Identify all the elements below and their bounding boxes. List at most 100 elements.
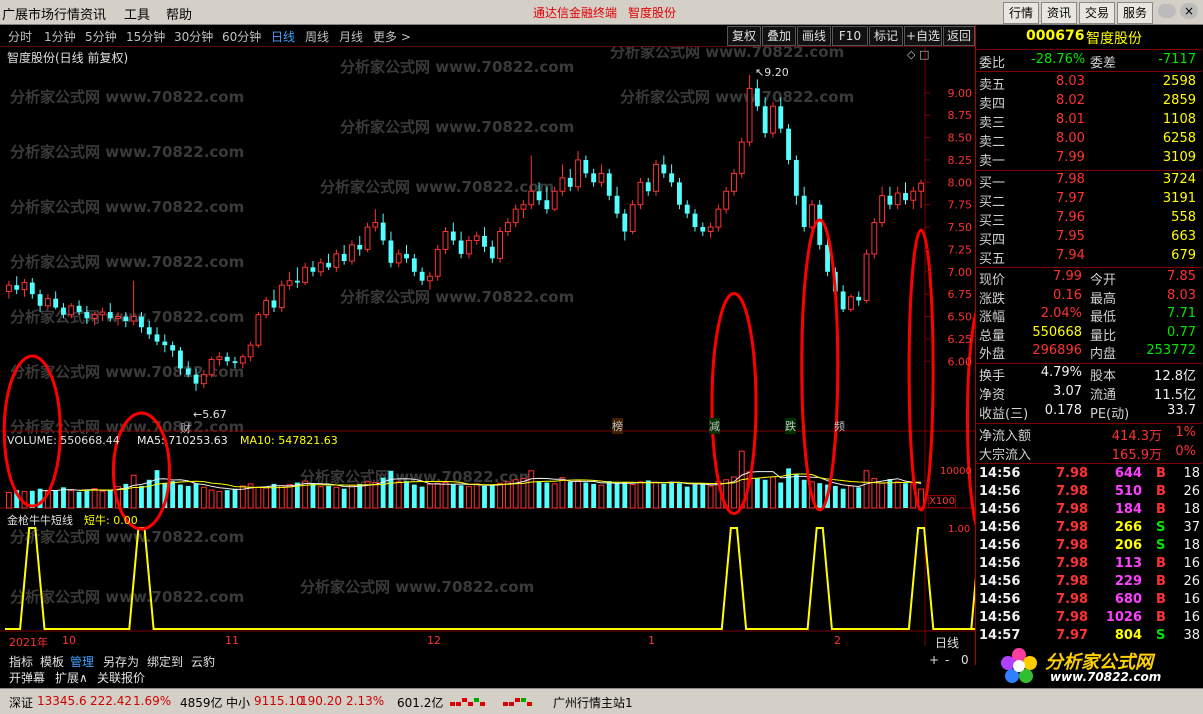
volume-bar [232,488,238,508]
tab-indicator[interactable]: 指标 [9,653,33,670]
volume-bar [676,483,682,508]
stat-label: 净资 [979,388,1006,403]
expand-button[interactable]: 扩展∧ [55,669,88,686]
stat-label: 涨幅 [979,310,1006,325]
candle-body [271,300,277,308]
tab-template[interactable]: 模板 [40,653,64,670]
flow-row: 净流入额 414.3万 1% [976,425,1202,444]
server-name[interactable]: 广州行情主站1 [553,694,633,711]
tick-row: 14:56 7.98 1026 B 16 [976,610,1202,628]
tick-price: 7.98 [1056,466,1089,481]
top-button-service[interactable]: 服务 [1117,2,1153,24]
period-daily[interactable]: 日线 [271,28,295,45]
ask-row[interactable]: 卖四 8.02 2859 [976,93,1202,112]
tab-save-as[interactable]: 另存为 [103,653,139,670]
chart-settings-icon[interactable]: ◇ □ [907,48,929,61]
back-button[interactable]: 返回 [943,26,975,46]
toggle-danmaku[interactable]: 开弹幕 [9,669,45,686]
tick-count: 26 [1183,484,1200,499]
ask-row[interactable]: 卖二 8.00 6258 [976,131,1202,150]
top-button-trade[interactable]: 交易 [1079,2,1115,24]
close-icon[interactable]: × [1180,3,1198,19]
tick-price: 7.98 [1056,556,1089,571]
f10-button[interactable]: F10 [832,26,868,46]
candle-body [458,240,464,254]
tab-bind[interactable]: 绑定到 [147,653,183,670]
related-quotes[interactable]: 关联报价 [97,669,145,686]
period-more[interactable]: 更多 > [373,28,411,45]
volume-bar [489,484,495,508]
volume-bar [208,489,215,509]
period-5min[interactable]: 5分钟 [85,28,117,45]
bid-row[interactable]: 买一 7.98 3724 [976,172,1202,191]
add-watchlist-button[interactable]: +自选 [904,26,942,46]
bid-row[interactable]: 买五 7.94 679 [976,248,1202,267]
overlay-button[interactable]: 叠加 [762,26,796,46]
volume-bar [887,479,893,508]
chart-area[interactable]: 9.00 8.75 8.50 8.25 8.00 7.75 7.50 7.25 7.00 6.75… [0,46,975,650]
candle-body [139,316,144,328]
bid-row[interactable]: 买四 7.95 663 [976,229,1202,248]
volume-bar [107,490,113,508]
period-weekly[interactable]: 周线 [305,28,329,45]
period-60min[interactable]: 60分钟 [222,28,261,45]
minimize-icon[interactable] [1158,4,1176,18]
volume-bar [692,484,698,508]
tab-manage[interactable]: 管理 [70,653,94,670]
candle-body [294,280,300,283]
candle-body [809,204,815,228]
index1-name[interactable]: 深证 [9,694,33,711]
bid-price: 7.98 [1056,172,1085,187]
top-button-quote[interactable]: 行情 [1003,2,1039,24]
period-30min[interactable]: 30分钟 [174,28,213,45]
menu-market[interactable]: 广展市场行情 [2,4,80,23]
top-button-info[interactable]: 资讯 [1041,2,1077,24]
candle-body [622,213,628,232]
index1-change: 222.42 [90,694,132,708]
candle-body [263,299,270,316]
restore-rights-button[interactable]: 复权 [727,26,761,46]
bid-volume: 663 [1171,229,1196,244]
candle-body [193,374,199,384]
period-timeshare[interactable]: 分时 [8,28,32,45]
zoom-in-button[interactable]: + [929,653,939,667]
index2-name[interactable]: 中小 [226,694,250,711]
ask-row[interactable]: 卖一 7.99 3109 [976,150,1202,169]
zoom-reset-button[interactable]: 0 [961,653,969,667]
ask-row[interactable]: 卖三 8.01 1108 [976,112,1202,131]
volume-bar [473,483,480,509]
candle-body [278,284,285,309]
volume-bar [544,482,550,508]
candle-body [512,208,519,224]
draw-line-button[interactable]: 画线 [797,26,831,46]
candle-body [715,208,722,228]
bid-row[interactable]: 买二 7.97 3191 [976,191,1202,210]
diff-label: 委差 [1090,56,1117,71]
candle-body [575,159,581,188]
tick-count: 16 [1183,610,1200,625]
menu-news[interactable]: 资讯 [80,4,106,23]
zoom-out-button[interactable]: - [945,653,949,667]
ask-price: 8.01 [1056,112,1085,127]
period-15min[interactable]: 15分钟 [126,28,165,45]
menu-tools[interactable]: 工具 [124,4,150,23]
period-monthly[interactable]: 月线 [339,28,363,45]
y-tick-label: 7.25 [948,243,973,256]
volume-bar [61,487,66,508]
bid-row[interactable]: 买三 7.96 558 [976,210,1202,229]
candle-body [162,341,168,346]
candle-body [473,235,480,241]
tab-cloud[interactable]: 云豹 [191,653,215,670]
period-1min[interactable]: 1分钟 [44,28,76,45]
tick-time: 14:56 [979,502,1021,517]
candle-body [130,316,137,322]
menu-help[interactable]: 帮助 [166,4,192,23]
volume-bar [465,486,472,509]
flow-pct: 1% [1175,425,1196,440]
mark-button[interactable]: 标记 [869,26,903,46]
ask-row[interactable]: 卖五 8.03 2598 [976,74,1202,93]
volume-bar [840,488,846,508]
candle-body [731,172,737,192]
candle-body [91,314,98,319]
volume-bar [894,481,901,509]
